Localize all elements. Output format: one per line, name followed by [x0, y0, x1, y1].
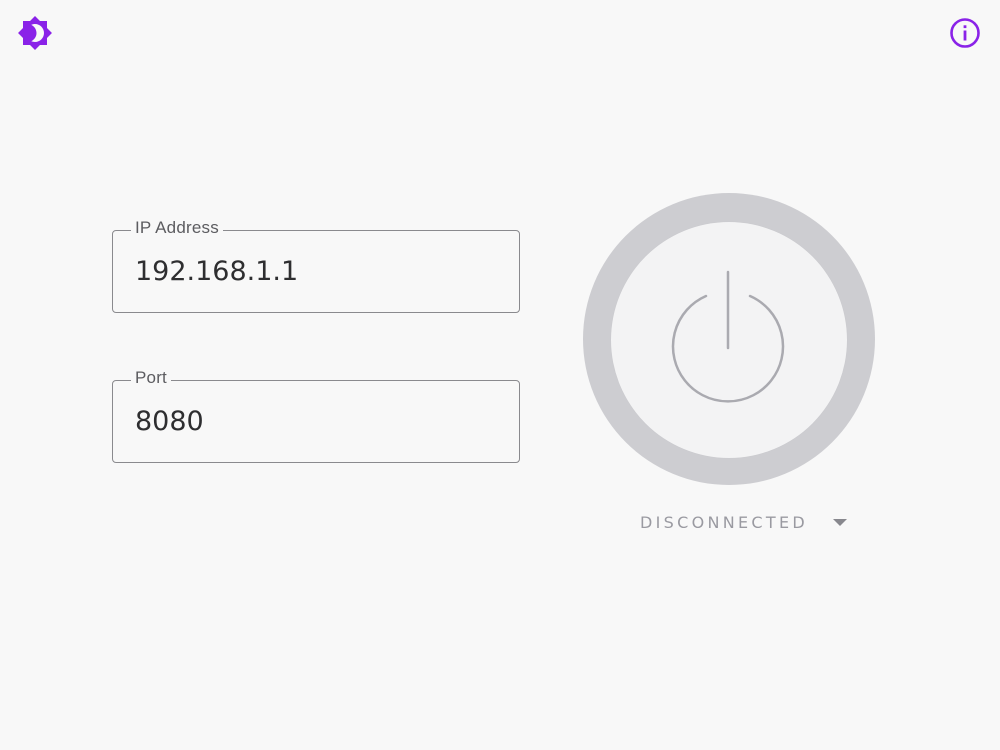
ip-address-field: IP Address [112, 218, 520, 313]
info-icon [948, 16, 982, 55]
ip-address-input[interactable] [135, 253, 505, 289]
ip-address-label: IP Address [131, 218, 223, 238]
power-button[interactable] [611, 222, 847, 458]
info-button[interactable] [945, 15, 985, 55]
connection-status-label: DISCONNECTED [640, 512, 808, 532]
port-label: Port [131, 368, 171, 388]
caret-down-icon [832, 517, 848, 527]
connection-status-dropdown[interactable]: DISCONNECTED [640, 508, 848, 536]
port-input[interactable] [135, 403, 505, 439]
power-icon [669, 268, 789, 413]
theme-toggle-button[interactable] [15, 15, 55, 55]
port-field: Port [112, 368, 520, 463]
brightness-icon [17, 15, 53, 56]
